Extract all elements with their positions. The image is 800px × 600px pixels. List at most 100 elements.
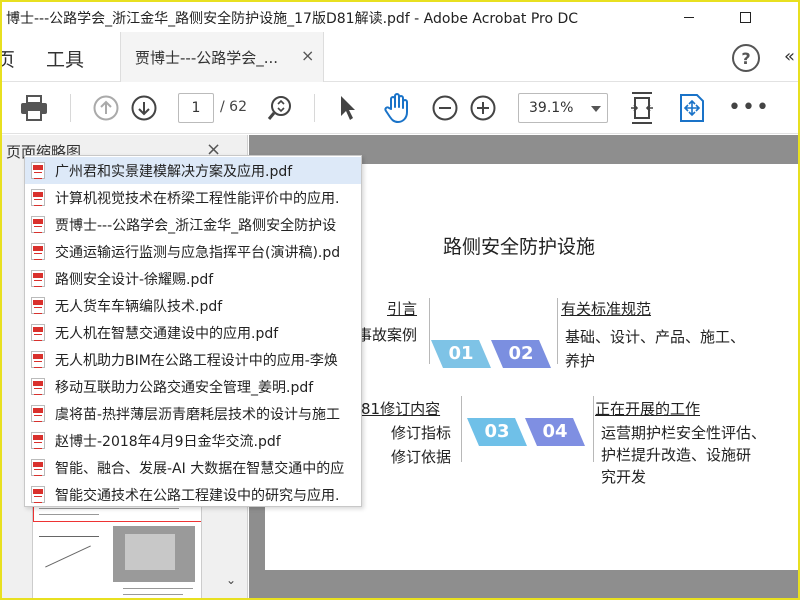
- pdf-file-icon: [31, 243, 45, 260]
- file-list-item[interactable]: 虞将苗-热拌薄层沥青磨耗层技术的设计与施工: [25, 400, 361, 427]
- maximize-button[interactable]: [722, 2, 768, 32]
- page-number-input[interactable]: 1: [178, 93, 214, 123]
- arrow-down-circle-icon: [131, 95, 157, 121]
- zoom-page-button[interactable]: [264, 82, 296, 134]
- section-1-line: 事故案例: [357, 326, 418, 344]
- file-list-item[interactable]: 无人机在智慧交通建设中的应用.pdf: [25, 319, 361, 346]
- file-list-item[interactable]: 移动互联助力公路交通安全管理_姜明.pdf: [25, 373, 361, 400]
- hand-tool-button[interactable]: [380, 82, 416, 134]
- fit-page-button[interactable]: [624, 82, 660, 134]
- full-screen-button[interactable]: [674, 82, 710, 134]
- minimize-icon: [684, 16, 694, 18]
- step-03-badge: 03: [467, 418, 527, 446]
- section-4-line-1: 运营期护栏安全性评估、: [601, 424, 767, 442]
- chevron-down-icon: [591, 106, 601, 112]
- step-04-number: 04: [542, 421, 568, 442]
- menu-tools[interactable]: 工具: [46, 45, 84, 72]
- minimize-button[interactable]: [666, 2, 712, 32]
- thumbnail-diagram-line: [45, 545, 91, 568]
- file-list-item[interactable]: 计算机视觉技术在桥梁工程性能评价中的应用.: [25, 184, 361, 211]
- file-list-item[interactable]: 无人货车车辆编队技术.pdf: [25, 292, 361, 319]
- section-1-heading[interactable]: 引言: [387, 298, 417, 319]
- document-tab[interactable]: 贾博士---公路学会_... ×: [120, 32, 324, 82]
- next-page-button[interactable]: [128, 82, 160, 134]
- zoom-in-button[interactable]: [468, 82, 498, 134]
- previous-page-button[interactable]: [90, 82, 122, 134]
- close-tab-icon[interactable]: ×: [301, 46, 314, 65]
- cursor-arrow-icon: [341, 96, 355, 120]
- section-3-heading[interactable]: 81修订内容: [361, 398, 440, 419]
- toolbar-separator: [70, 94, 71, 122]
- file-list-item[interactable]: 无人机助力BIM在公路工程设计中的应用-李焕: [25, 346, 361, 373]
- file-list-item[interactable]: 交通运输运行监测与应急指挥平台(演讲稿).pd: [25, 238, 361, 265]
- thumbnail-photo-detail: [125, 534, 175, 570]
- file-name: 无人机助力BIM在公路工程设计中的应用-李焕: [55, 352, 338, 369]
- pdf-file-icon: [31, 432, 45, 449]
- section-3-line-2: 修订依据: [391, 448, 452, 466]
- file-name: 智能、融合、发展-AI 大数据在智慧交通中的应: [55, 460, 345, 477]
- pdf-file-icon: [31, 486, 45, 503]
- file-name: 无人货车车辆编队技术.pdf: [55, 298, 223, 315]
- thumbnail-text-line: [123, 588, 193, 589]
- file-list-item[interactable]: 贾博士---公路学会_浙江金华_路侧安全防护设: [25, 211, 361, 238]
- file-name: 计算机视觉技术在桥梁工程性能评价中的应用.: [55, 190, 340, 207]
- maximize-icon: [739, 11, 751, 23]
- step-01-number: 01: [448, 343, 474, 364]
- file-list-item[interactable]: 智能交通技术在公路工程建设中的研究与应用.: [25, 481, 361, 506]
- pdf-file-icon: [31, 378, 45, 395]
- thumbnail-diagram-line: [39, 536, 99, 537]
- pdf-file-icon: [31, 459, 45, 476]
- file-name: 路侧安全设计-徐耀赐.pdf: [55, 271, 214, 288]
- file-list-item[interactable]: 路侧安全设计-徐耀赐.pdf: [25, 265, 361, 292]
- pdf-file-icon: [31, 324, 45, 341]
- print-button[interactable]: [16, 82, 52, 134]
- select-tool-button[interactable]: [334, 82, 362, 134]
- more-tools-icon[interactable]: •••: [728, 95, 770, 120]
- section-4-heading[interactable]: 正在开展的工作: [595, 398, 700, 419]
- pdf-file-icon: [31, 162, 45, 179]
- thumbnail-text-line: [123, 594, 183, 595]
- window-title: 博士---公路学会_浙江金华_路侧安全防护设施_17版D81解读.pdf - A…: [6, 11, 579, 27]
- file-name: 交通运输运行监测与应急指挥平台(演讲稿).pd: [55, 244, 341, 261]
- file-list-item[interactable]: 广州君和实景建模解决方案及应用.pdf: [25, 157, 361, 184]
- file-list-item[interactable]: 智能、融合、发展-AI 大数据在智慧交通中的应: [25, 454, 361, 481]
- full-screen-icon: [680, 94, 704, 122]
- zoom-out-button[interactable]: [430, 82, 460, 134]
- pdf-file-icon: [31, 297, 45, 314]
- pdf-file-icon: [31, 189, 45, 206]
- menu-home[interactable]: 页: [2, 45, 15, 72]
- file-name: 虞将苗-热拌薄层沥青磨耗层技术的设计与施工: [55, 406, 341, 423]
- section-4-line-3: 究开发: [601, 468, 647, 486]
- thumbnail-text-line: [39, 514, 99, 515]
- zoom-level-select[interactable]: 39.1%: [518, 93, 608, 123]
- divider-line: [557, 298, 558, 364]
- divider-line: [593, 396, 594, 462]
- section-2-line-1: 基础、设计、产品、施工、: [565, 328, 746, 346]
- divider-line: [429, 298, 430, 364]
- acrobat-window: 博士---公路学会_浙江金华_路侧安全防护设施_17版D81解读.pdf - A…: [0, 0, 800, 600]
- recent-files-dropdown: 广州君和实景建模解决方案及应用.pdf 计算机视觉技术在桥梁工程性能评价中的应用…: [24, 155, 362, 507]
- file-name: 无人机在智慧交通建设中的应用.pdf: [55, 325, 279, 342]
- step-02-badge: 02: [491, 340, 551, 368]
- file-list-item[interactable]: 赵博士-2018年4月9日金华交流.pdf: [25, 427, 361, 454]
- step-03-number: 03: [484, 421, 510, 442]
- minus-circle-icon: [432, 95, 458, 121]
- file-name: 赵博士-2018年4月9日金华交流.pdf: [55, 433, 281, 450]
- step-02-number: 02: [508, 343, 534, 364]
- hand-icon: [384, 93, 408, 123]
- section-2-line-2: 养护: [565, 352, 596, 370]
- slide-title: 路侧安全防护设施: [443, 236, 596, 258]
- section-4-line-2: 护栏提升改造、设施研: [601, 446, 752, 464]
- title-bar: 博士---公路学会_浙江金华_路侧安全防护设施_17版D81解读.pdf - A…: [2, 2, 798, 32]
- page-thumbnail[interactable]: [32, 495, 202, 598]
- print-icon: [21, 95, 47, 121]
- section-2-heading[interactable]: 有关标准规范: [561, 298, 651, 319]
- section-3-line-1: 修订指标: [391, 424, 452, 442]
- pdf-file-icon: [31, 270, 45, 287]
- pdf-file-icon: [31, 405, 45, 422]
- thumbnail-text-line: [39, 508, 179, 509]
- help-icon[interactable]: ?: [732, 44, 760, 72]
- chevron-left-icon[interactable]: «: [784, 46, 795, 67]
- scroll-down-arrow[interactable]: ⌄: [226, 573, 236, 587]
- file-name: 智能交通技术在公路工程建设中的研究与应用.: [55, 487, 340, 504]
